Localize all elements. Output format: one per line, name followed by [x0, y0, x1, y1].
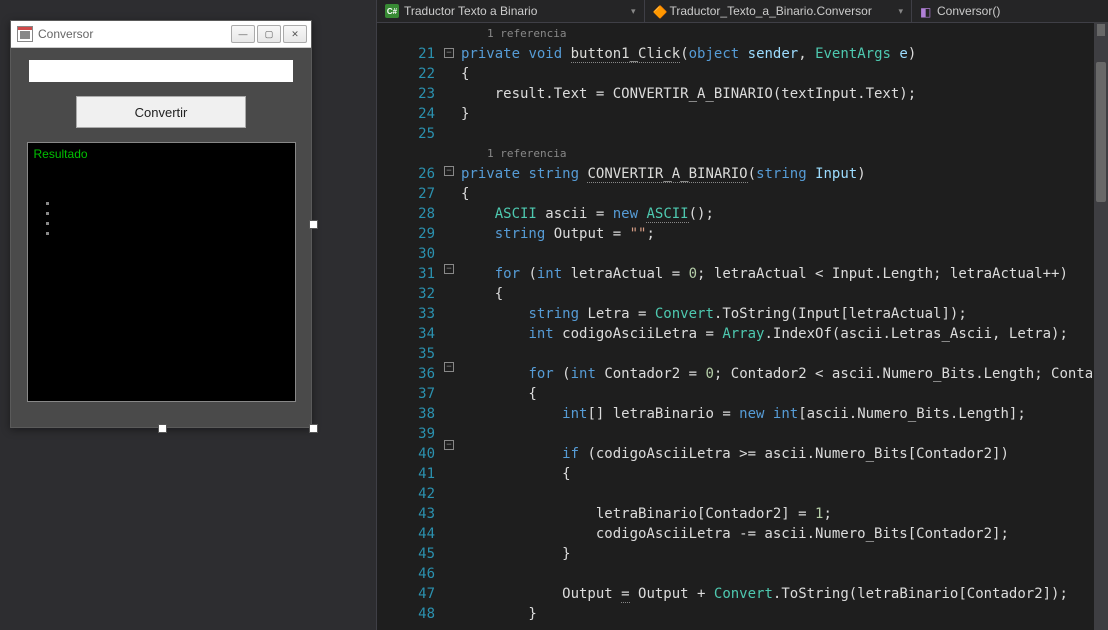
minimize-icon: — [231, 25, 255, 43]
code-editor[interactable]: 2122232425262728293031323334353637383940… [377, 23, 1108, 630]
maximize-icon: ▢ [257, 25, 281, 43]
window-buttons: — ▢ ✕ [231, 25, 307, 43]
close-icon: ✕ [283, 25, 307, 43]
class-icon: 🔶 [653, 5, 665, 17]
method-icon: ◧ [920, 5, 932, 17]
nav-class-label: Traductor_Texto_a_Binario.Conversor [670, 4, 872, 18]
nav-member-label: Conversor() [937, 4, 1000, 18]
fold-gutter[interactable]: −−−−− [443, 23, 457, 630]
chevron-down-icon: ▾ [898, 6, 903, 17]
result-output[interactable]: Resultado [27, 142, 296, 402]
convert-button[interactable]: Convertir [76, 96, 246, 128]
code-content[interactable]: 1 referenciaprivate void button1_Click(o… [457, 23, 1108, 630]
nav-member-dropdown[interactable]: ◧ Conversor() [912, 0, 1108, 22]
designer-surface[interactable]: Conversor — ▢ ✕ Convertir Resultado [0, 0, 376, 630]
form-titlebar: Conversor — ▢ ✕ [11, 21, 311, 48]
selection-handle[interactable] [309, 220, 318, 229]
form-icon [17, 26, 33, 42]
line-number-gutter: 2122232425262728293031323334353637383940… [377, 23, 443, 630]
selection-handle[interactable] [158, 424, 167, 433]
csharp-icon: C# [385, 4, 399, 18]
form-conversor[interactable]: Conversor — ▢ ✕ Convertir Resultado [10, 20, 312, 428]
code-editor-panel: C# Traductor Texto a Binario ▾ 🔶 Traductor… [376, 0, 1108, 630]
nav-class-dropdown[interactable]: 🔶 Traductor_Texto_a_Binario.Conversor ▾ [645, 0, 913, 22]
navigation-bar: C# Traductor Texto a Binario ▾ 🔶 Traductor… [377, 0, 1108, 23]
vertical-scrollbar[interactable] [1094, 22, 1108, 630]
panel-splitter[interactable] [44, 198, 50, 238]
text-input[interactable] [29, 60, 293, 82]
chevron-down-icon: ▾ [631, 6, 636, 17]
form-title: Conversor [38, 27, 93, 41]
scroll-thumb[interactable] [1096, 62, 1106, 202]
selection-handle[interactable] [309, 424, 318, 433]
nav-project-label: Traductor Texto a Binario [404, 4, 537, 18]
nav-project-dropdown[interactable]: C# Traductor Texto a Binario ▾ [377, 0, 645, 22]
